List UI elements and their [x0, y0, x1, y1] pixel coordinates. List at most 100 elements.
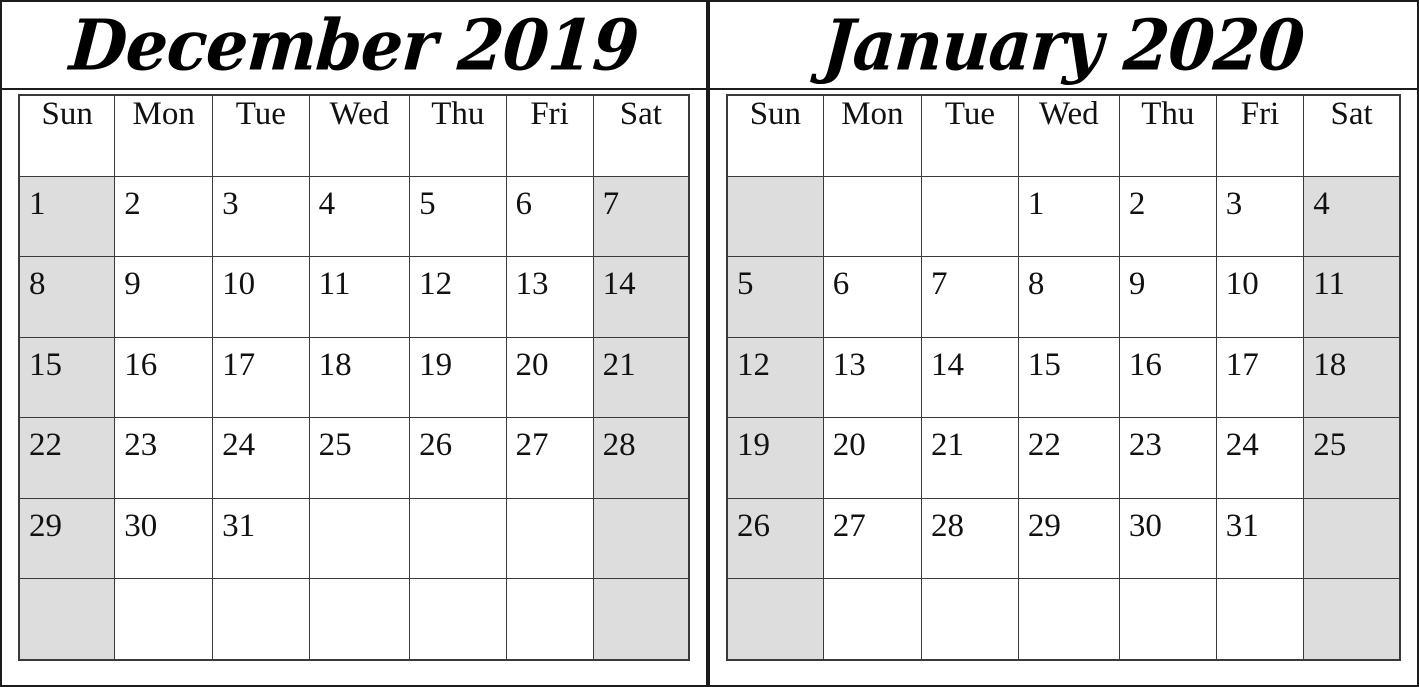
day-cell[interactable]: 14 [592, 256, 690, 338]
day-number: 24 [222, 427, 256, 464]
day-number: 1 [29, 186, 46, 222]
day-cell[interactable] [505, 497, 594, 580]
day-cell[interactable]: 21 [592, 336, 690, 419]
day-cell[interactable] [409, 578, 507, 661]
day-cell[interactable]: 30 [1118, 497, 1217, 580]
day-cell[interactable]: 7 [920, 256, 1019, 338]
day-cell[interactable]: 8 [18, 256, 116, 338]
day-cell[interactable]: 3 [1215, 175, 1305, 258]
day-number [1019, 579, 1119, 590]
day-number: 9 [124, 266, 141, 303]
day-cell[interactable]: 19 [409, 336, 507, 419]
day-cell[interactable] [505, 578, 594, 661]
day-cell[interactable]: 11 [1303, 256, 1401, 338]
day-cell[interactable] [1017, 578, 1120, 661]
day-cell[interactable]: 11 [308, 256, 411, 338]
day-number [824, 579, 921, 590]
day-number [1304, 499, 1399, 510]
day-cell[interactable]: 10 [1215, 256, 1305, 338]
day-cell[interactable]: 12 [726, 336, 824, 419]
day-cell[interactable]: 4 [308, 175, 411, 258]
day-cell[interactable]: 10 [212, 256, 310, 338]
day-cell[interactable]: 6 [505, 175, 594, 258]
day-cell[interactable]: 21 [920, 417, 1019, 499]
day-cell[interactable]: 27 [822, 497, 922, 580]
day-cell[interactable] [308, 497, 411, 580]
day-cell[interactable] [726, 175, 824, 258]
day-cell[interactable]: 16 [114, 336, 214, 419]
day-number: 11 [318, 266, 351, 303]
day-cell[interactable]: 26 [726, 497, 824, 580]
day-number: 29 [1027, 507, 1061, 544]
day-cell[interactable] [409, 497, 507, 580]
day-cell[interactable] [308, 578, 411, 661]
day-cell[interactable]: 13 [505, 256, 594, 338]
week-row: 22 23 24 25 26 27 28 [18, 417, 690, 499]
weekday-header-sat: Sat [1303, 94, 1401, 177]
day-cell[interactable]: 22 [18, 417, 116, 499]
day-cell[interactable]: 17 [1215, 336, 1305, 419]
day-cell[interactable] [114, 578, 214, 661]
day-cell[interactable] [726, 578, 824, 661]
day-cell[interactable]: 2 [1118, 175, 1217, 258]
day-number: 13 [515, 266, 549, 303]
weekday-header-fri: Fri [505, 94, 594, 177]
weekday-header-sat: Sat [592, 94, 690, 177]
day-cell[interactable]: 3 [212, 175, 310, 258]
day-cell[interactable]: 9 [114, 256, 214, 338]
day-cell[interactable] [592, 497, 690, 580]
day-cell[interactable]: 7 [592, 175, 690, 258]
day-cell[interactable]: 23 [114, 417, 214, 499]
day-cell[interactable]: 5 [409, 175, 507, 258]
day-number: 10 [1225, 266, 1259, 303]
day-cell[interactable]: 6 [822, 256, 922, 338]
day-cell[interactable]: 18 [308, 336, 411, 419]
day-number [922, 579, 1018, 590]
day-cell[interactable]: 14 [920, 336, 1019, 419]
day-cell[interactable] [212, 578, 310, 661]
day-cell[interactable]: 16 [1118, 336, 1217, 419]
day-cell[interactable]: 28 [592, 417, 690, 499]
day-cell[interactable] [592, 578, 690, 661]
day-cell[interactable]: 12 [409, 256, 507, 338]
day-cell[interactable]: 17 [212, 336, 310, 419]
day-cell[interactable]: 29 [1017, 497, 1120, 580]
day-cell[interactable]: 18 [1303, 336, 1401, 419]
day-cell[interactable] [920, 175, 1019, 258]
day-cell[interactable]: 15 [18, 336, 116, 419]
day-cell[interactable]: 28 [920, 497, 1019, 580]
day-cell[interactable]: 27 [505, 417, 594, 499]
day-cell[interactable]: 4 [1303, 175, 1401, 258]
day-cell[interactable]: 30 [114, 497, 214, 580]
day-cell[interactable]: 26 [409, 417, 507, 499]
day-cell[interactable]: 2 [114, 175, 214, 258]
day-cell[interactable] [1303, 497, 1401, 580]
day-cell[interactable]: 31 [1215, 497, 1305, 580]
day-cell[interactable]: 15 [1017, 336, 1120, 419]
day-cell[interactable]: 31 [212, 497, 310, 580]
day-cell[interactable]: 13 [822, 336, 922, 419]
day-cell[interactable] [18, 578, 116, 661]
day-cell[interactable] [1215, 578, 1305, 661]
day-cell[interactable]: 8 [1017, 256, 1120, 338]
day-cell[interactable]: 9 [1118, 256, 1217, 338]
day-cell[interactable]: 19 [726, 417, 824, 499]
day-cell[interactable] [1118, 578, 1217, 661]
day-cell[interactable] [822, 175, 922, 258]
day-cell[interactable]: 1 [1017, 175, 1120, 258]
day-cell[interactable]: 25 [1303, 417, 1401, 499]
day-cell[interactable]: 24 [212, 417, 310, 499]
day-cell[interactable] [822, 578, 922, 661]
day-cell[interactable]: 22 [1017, 417, 1120, 499]
day-cell[interactable]: 29 [18, 497, 116, 580]
day-cell[interactable]: 1 [18, 175, 116, 258]
day-cell[interactable]: 23 [1118, 417, 1217, 499]
day-number: 15 [29, 346, 62, 383]
day-cell[interactable] [920, 578, 1019, 661]
day-cell[interactable]: 5 [726, 256, 824, 338]
day-cell[interactable]: 24 [1215, 417, 1305, 499]
day-cell[interactable]: 20 [822, 417, 922, 499]
day-cell[interactable] [1303, 578, 1401, 661]
day-cell[interactable]: 20 [505, 336, 594, 419]
day-cell[interactable]: 25 [308, 417, 411, 499]
